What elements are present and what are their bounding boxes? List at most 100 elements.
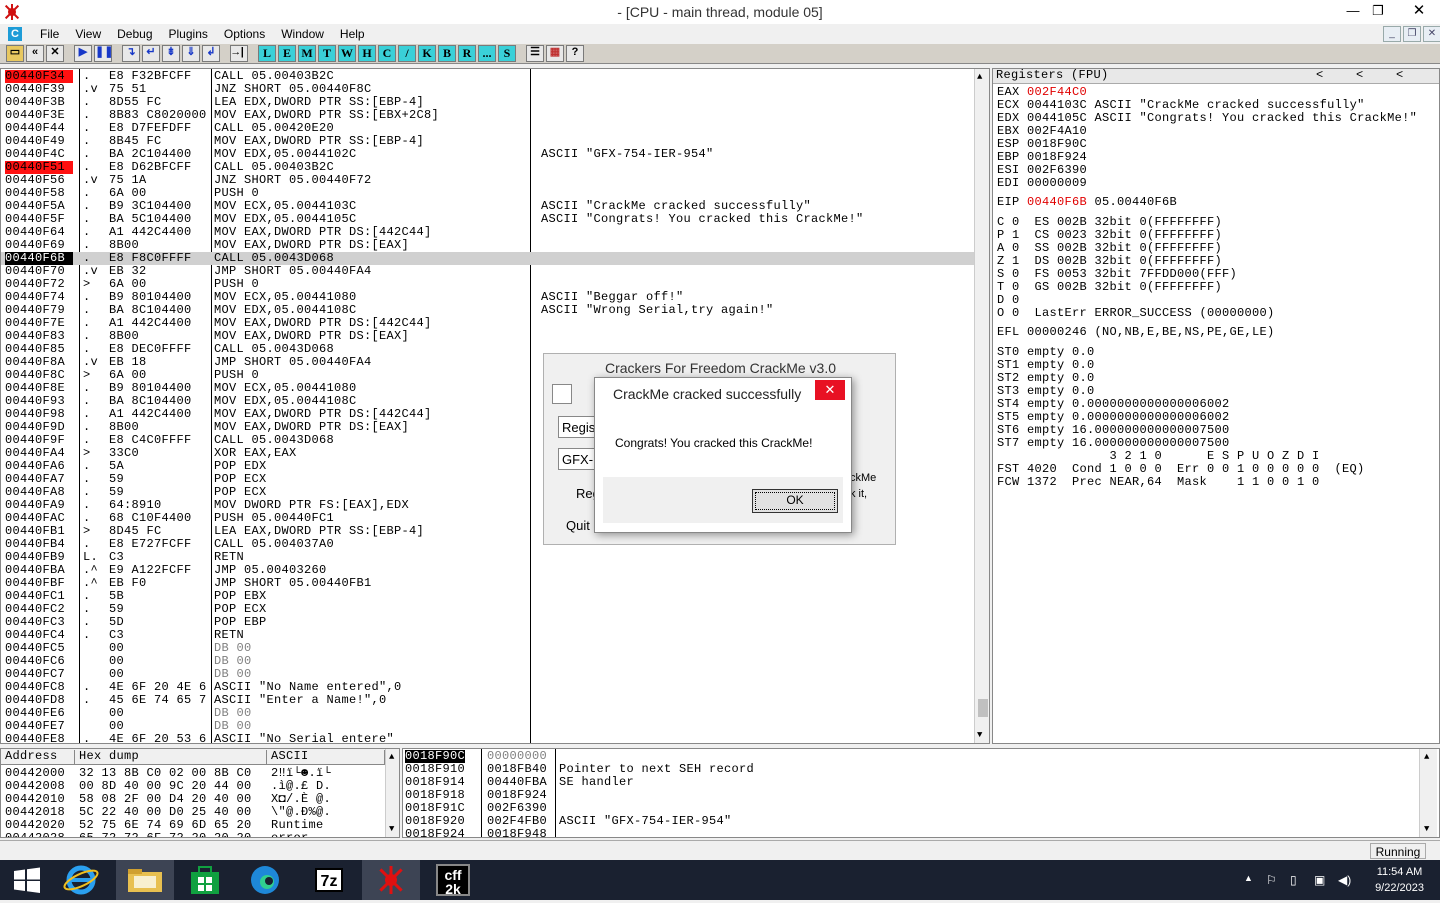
disassembly-row[interactable]: 00440FE6 00 DB 00 bbox=[1, 707, 976, 720]
tool-memory-button[interactable]: M bbox=[298, 45, 316, 62]
disassembly-row[interactable]: 00440F64. A1 442C4400 MOV EAX,DWORD PTR DS… bbox=[1, 226, 976, 239]
quit-button[interactable]: Quit bbox=[566, 518, 590, 533]
flag-row[interactable]: T 0 GS 002B 32bit 0(FFFFFFFF) bbox=[997, 281, 1222, 294]
tool-cpu-button[interactable]: C bbox=[378, 45, 396, 62]
7zip-button[interactable]: 7z bbox=[300, 860, 358, 900]
menu-debug[interactable]: Debug bbox=[109, 27, 160, 41]
ollydbg-button[interactable] bbox=[362, 860, 420, 900]
registers-prev-arrow[interactable]: < bbox=[1316, 69, 1324, 82]
tool-log-button[interactable]: L bbox=[258, 45, 276, 62]
tool-source-button[interactable]: S bbox=[498, 45, 516, 62]
disassembly-row[interactable]: 00440FD8. 45 6E 74 65 7 ASCII "Enter a Nam… bbox=[1, 694, 976, 707]
cff-explorer-button[interactable]: cff 2k bbox=[424, 860, 482, 900]
disassembly-row[interactable]: 00440F56 .v 75 1A JNZ SHORT 05.00440F72 bbox=[1, 174, 976, 187]
disassembly-row[interactable]: 00440F70 .v EB 32 JMP SHORT 05.00440FA4 bbox=[1, 265, 976, 278]
disassembly-scrollbar[interactable]: ▲ ▼ bbox=[974, 69, 989, 743]
disassembly-row[interactable]: 00440F58. 6A 00 PUSH 0 bbox=[1, 187, 976, 200]
disassembly-row[interactable]: 00440F3E. 8B83 C8020000 MOV EAX,DWORD PTR … bbox=[1, 109, 976, 122]
stack-pane[interactable]: 0018F90C 00000000 0018F910 0018FB40 Pointer … bbox=[402, 748, 1440, 838]
disassembly-row[interactable]: 00440FC5 00 DB 00 bbox=[1, 642, 976, 655]
disassembly-row[interactable]: 00440FBF .^ EB F0 JMP SHORT 05.00440FB1 bbox=[1, 577, 976, 590]
disassembly-row[interactable]: 00440F6B. E8 F8C0FFFF CALL 05.0043D068 bbox=[1, 252, 976, 265]
disassembly-row[interactable]: 00440F49. 8B45 FC MOV EAX,DWORD PTR SS:[EB… bbox=[1, 135, 976, 148]
tool-executables-button[interactable]: E bbox=[278, 45, 296, 62]
disassembly-row[interactable]: 00440F72 >6A 00 PUSH 0 bbox=[1, 278, 976, 291]
disassembly-row[interactable]: 00440FC6 00 DB 00 bbox=[1, 655, 976, 668]
menu-file[interactable]: File bbox=[32, 27, 67, 41]
stack-address[interactable]: 0018F924 bbox=[405, 828, 465, 838]
registers-prev-arrow[interactable]: < bbox=[1396, 69, 1404, 82]
disassembly-row[interactable]: 00440FE7 00 DB 00 bbox=[1, 720, 976, 733]
tool-callstack-button[interactable]: K bbox=[418, 45, 436, 62]
dump-address-header[interactable]: Address bbox=[1, 750, 75, 765]
stack-scrollbar[interactable]: ▲ ▼ bbox=[1419, 749, 1437, 837]
register-row[interactable]: EDI 00000009 bbox=[997, 177, 1087, 190]
disassembly-row[interactable]: 00440FC8. 4E 6F 20 4E 6 ASCII "No Name ent… bbox=[1, 681, 976, 694]
trace-into-icon[interactable]: ⇟ bbox=[162, 45, 180, 62]
clock[interactable]: 11:54 AM 9/22/2023 bbox=[1375, 864, 1424, 896]
help-icon[interactable]: ? bbox=[566, 45, 584, 62]
execute-till-return-icon[interactable]: ↲ bbox=[202, 45, 220, 62]
tool-references-button[interactable]: R bbox=[458, 45, 476, 62]
disassembly-row[interactable]: 00440F5F. BA 5C104400 MOV EDX,05.0044105C A… bbox=[1, 213, 976, 226]
goto-icon[interactable]: →| bbox=[230, 45, 248, 62]
mdi-close-button[interactable]: ✕ bbox=[1423, 26, 1440, 42]
disassembly-row[interactable]: 00440F79. BA 8C104400 MOV EDX,05.0044108C A… bbox=[1, 304, 976, 317]
disassembly-row[interactable]: 00440FC3. 5D POP EBP bbox=[1, 616, 976, 629]
file-explorer-button[interactable] bbox=[116, 860, 174, 900]
disassembly-row[interactable]: 00440FC7 00 DB 00 bbox=[1, 668, 976, 681]
tool-threads-button[interactable]: T bbox=[318, 45, 336, 62]
run-icon[interactable]: ▶ bbox=[74, 45, 92, 62]
disassembly-row[interactable]: 00440F34. E8 F32BFCFF CALL 05.00403B2C bbox=[1, 70, 976, 83]
volume-icon[interactable]: ◀) bbox=[1338, 873, 1351, 887]
menu-window[interactable]: Window bbox=[273, 27, 332, 41]
tray-device-icon[interactable]: ▯ bbox=[1290, 873, 1297, 887]
network-icon[interactable]: ▣ bbox=[1314, 873, 1325, 887]
trace-over-icon[interactable]: ⇓ bbox=[182, 45, 200, 62]
disassembly-row[interactable]: 00440F69. 8B00 MOV EAX,DWORD PTR DS:[EAX] bbox=[1, 239, 976, 252]
dump-ascii-header[interactable]: ASCII bbox=[267, 750, 385, 765]
disassembly-row[interactable]: 00440F44. E8 D7FEFDFF CALL 05.00420E20 bbox=[1, 122, 976, 135]
maximize-button[interactable]: ❐ bbox=[1363, 0, 1393, 22]
disassembly-row[interactable]: 00440F3B. 8D55 FC LEA EDX,DWORD PTR SS:[EB… bbox=[1, 96, 976, 109]
disassembly-row[interactable]: 00440F51. E8 D62BFCFF CALL 05.00403B2C bbox=[1, 161, 976, 174]
close-file-icon[interactable]: ✕ bbox=[46, 45, 64, 62]
edge-button[interactable] bbox=[236, 860, 294, 900]
start-button[interactable] bbox=[0, 860, 58, 900]
mdi-minimize-button[interactable]: _ bbox=[1383, 26, 1401, 42]
rewind-icon[interactable]: « bbox=[26, 45, 44, 62]
disassembly-row[interactable]: 00440F7E. A1 442C4400 MOV EAX,DWORD PTR DS… bbox=[1, 317, 976, 330]
menu-options[interactable]: Options bbox=[216, 27, 273, 41]
tool-handles-button[interactable]: H bbox=[358, 45, 376, 62]
disassembly-row[interactable]: 00440FB9 L. C3 RETN bbox=[1, 551, 976, 564]
name-field[interactable]: Regis bbox=[558, 416, 598, 438]
open-icon[interactable]: ▭ bbox=[6, 45, 24, 62]
list-icon[interactable]: ☰ bbox=[526, 45, 544, 62]
registers-prev-arrow[interactable]: < bbox=[1356, 69, 1364, 82]
step-into-icon[interactable]: ↴ bbox=[122, 45, 140, 62]
disassembly-row[interactable]: 00440FC2. 59 POP ECX bbox=[1, 603, 976, 616]
dump-scrollbar[interactable]: ▲ ▼ bbox=[385, 749, 399, 837]
step-over-icon[interactable]: ↵ bbox=[142, 45, 160, 62]
disassembly-row[interactable]: 00440FC1. 5B POP EBX bbox=[1, 590, 976, 603]
dump-hex-header[interactable]: Hex dump bbox=[75, 750, 267, 765]
fpu-row[interactable]: FCW 1372 Prec NEAR,64 Mask 1 1 0 0 1 0 bbox=[997, 476, 1320, 489]
disassembly-row[interactable]: 00440F39 .v 75 51 JNZ SHORT 05.00440F8C bbox=[1, 83, 976, 96]
grid-icon[interactable]: ▦ bbox=[546, 45, 564, 62]
menu-plugins[interactable]: Plugins bbox=[161, 27, 216, 41]
tray-expand-icon[interactable]: ▲ bbox=[1244, 873, 1253, 883]
tray-flag-icon[interactable]: ⚐ bbox=[1266, 873, 1277, 887]
disassembly-row[interactable]: 00440FBA .^ E9 A122FCFF JMP 05.00403260 bbox=[1, 564, 976, 577]
serial-field[interactable]: GFX- bbox=[558, 448, 598, 470]
flag-row[interactable]: O 0 LastErr ERROR_SUCCESS (00000000) bbox=[997, 307, 1275, 320]
pause-icon[interactable]: ❚❚ bbox=[94, 45, 113, 62]
tool-patches-button[interactable]: / bbox=[398, 45, 416, 62]
menu-view[interactable]: View bbox=[67, 27, 109, 41]
registers-pane[interactable]: Registers (FPU) < < < EAX 002F44C0 ECX 00… bbox=[992, 68, 1440, 744]
eip-row[interactable]: EIP 00440F6B 05.00440F6B bbox=[997, 196, 1177, 209]
tool-windows-button[interactable]: W bbox=[338, 45, 356, 62]
internet-explorer-button[interactable] bbox=[54, 860, 112, 900]
tool-trace-button[interactable]: ... bbox=[478, 45, 496, 62]
menu-help[interactable]: Help bbox=[332, 27, 373, 41]
disassembly-row[interactable]: 00440FE8. 4E 6F 20 53 6 ASCII "No Serial e… bbox=[1, 733, 976, 744]
